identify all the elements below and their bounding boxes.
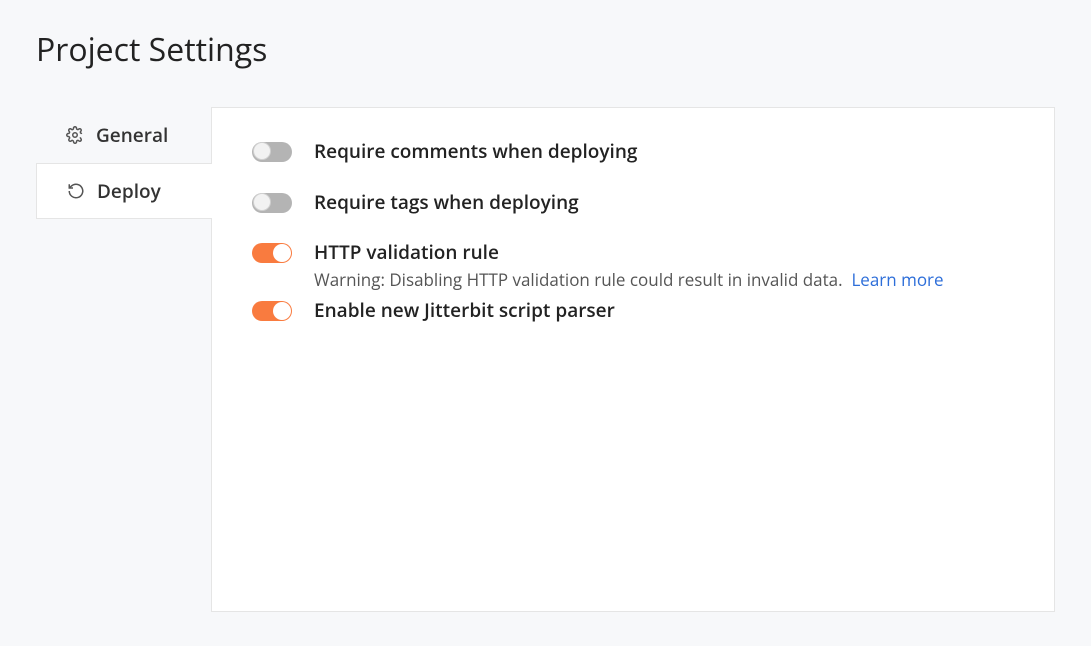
tab-label: Deploy bbox=[97, 178, 161, 204]
tab-general[interactable]: General bbox=[36, 107, 211, 163]
settings-container: General Deploy Require comments when dep… bbox=[0, 107, 1091, 612]
toggle-require-tags[interactable] bbox=[252, 193, 292, 213]
settings-sidebar: General Deploy bbox=[36, 107, 211, 612]
deploy-settings-panel: Require comments when deploying Require … bbox=[211, 107, 1055, 612]
setting-http-validation: HTTP validation rule Warning: Disabling … bbox=[252, 239, 1014, 291]
setting-require-comments: Require comments when deploying bbox=[252, 138, 1014, 165]
setting-require-tags: Require tags when deploying bbox=[252, 189, 1014, 216]
tab-deploy[interactable]: Deploy bbox=[36, 163, 212, 219]
toggle-knob bbox=[273, 244, 291, 262]
toggle-knob bbox=[273, 302, 291, 320]
toggle-http-validation[interactable] bbox=[252, 243, 292, 263]
warning-text: Warning: Disabling HTTP validation rule … bbox=[314, 268, 843, 291]
setting-label: HTTP validation rule bbox=[314, 239, 1014, 266]
setting-text: Require comments when deploying bbox=[314, 138, 1014, 165]
toggle-knob bbox=[253, 193, 271, 211]
setting-label: Enable new Jitterbit script parser bbox=[314, 297, 1014, 324]
setting-label: Require comments when deploying bbox=[314, 138, 1014, 165]
page-title: Project Settings bbox=[0, 0, 1091, 71]
setting-text: HTTP validation rule Warning: Disabling … bbox=[314, 239, 1014, 291]
toggle-require-comments[interactable] bbox=[252, 142, 292, 162]
setting-script-parser: Enable new Jitterbit script parser bbox=[252, 297, 1014, 324]
setting-label: Require tags when deploying bbox=[314, 189, 1014, 216]
setting-text: Enable new Jitterbit script parser bbox=[314, 297, 1014, 324]
setting-description: Warning: Disabling HTTP validation rule … bbox=[314, 268, 1014, 291]
setting-text: Require tags when deploying bbox=[314, 189, 1014, 216]
toggle-script-parser[interactable] bbox=[252, 301, 292, 321]
tab-label: General bbox=[96, 122, 168, 148]
gear-icon bbox=[66, 126, 84, 144]
toggle-knob bbox=[253, 142, 271, 160]
learn-more-link[interactable]: Learn more bbox=[851, 268, 943, 291]
refresh-icon bbox=[67, 182, 85, 200]
